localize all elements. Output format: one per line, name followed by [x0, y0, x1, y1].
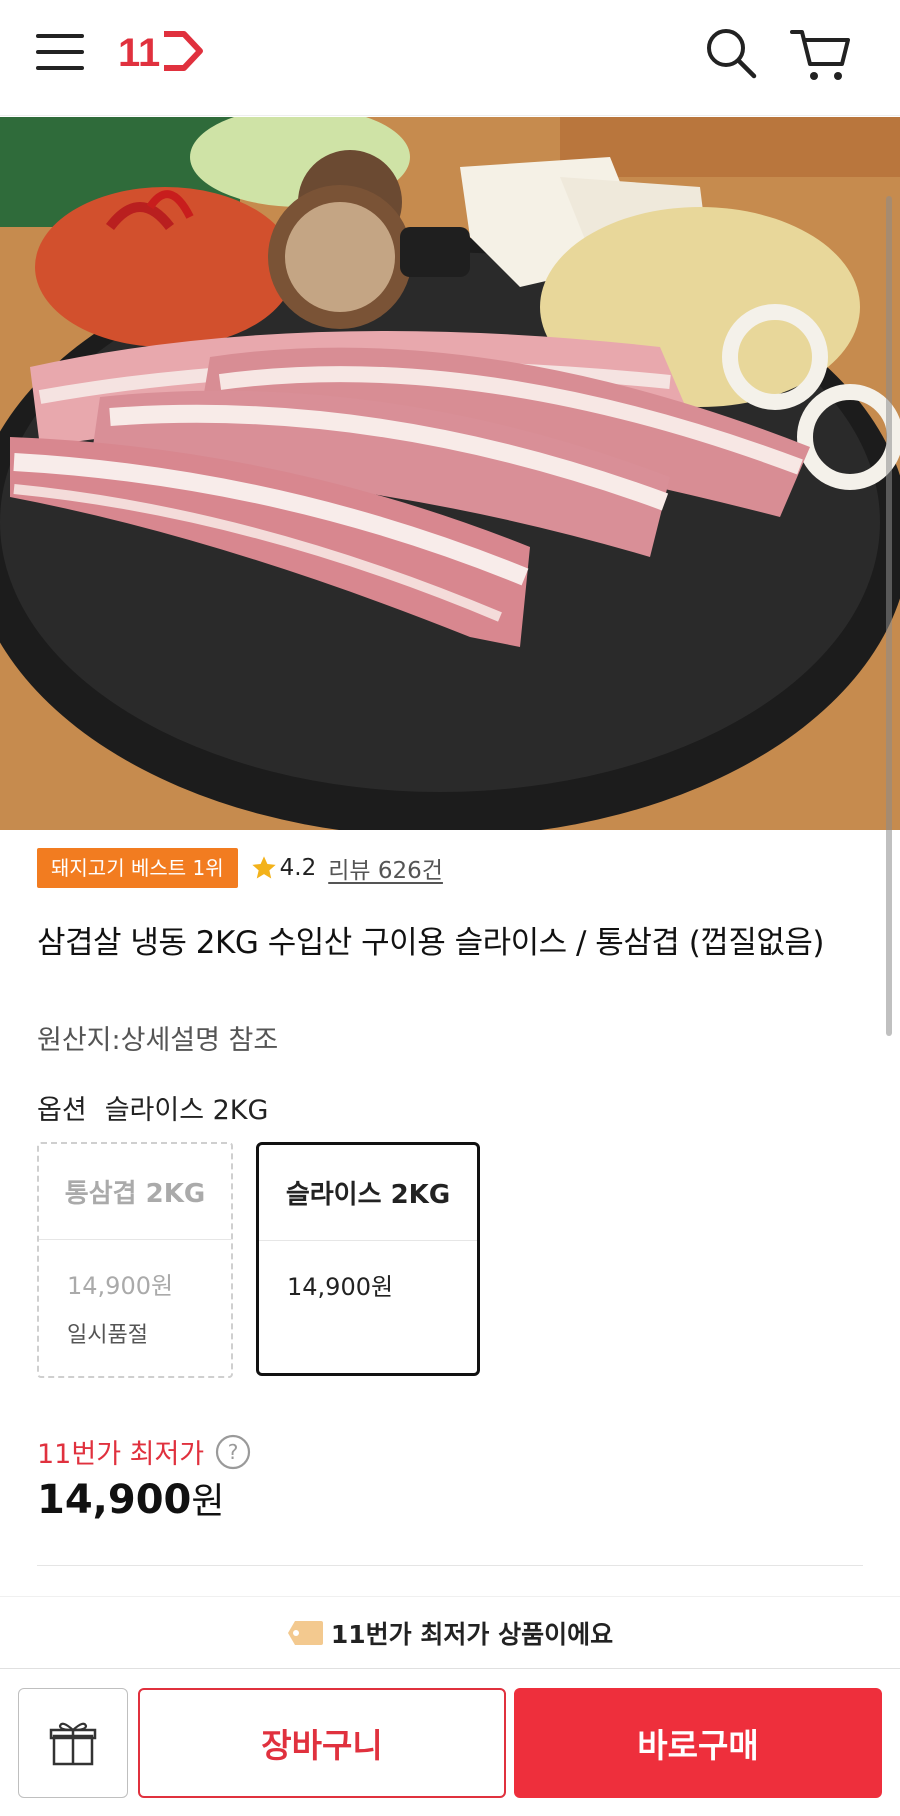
logo-text: 11 — [118, 31, 160, 74]
toast-message: 11번가 최저가 상품이에요 — [330, 1619, 614, 1649]
option-card-sliced[interactable]: 슬라이스 2KG 14,900원 — [256, 1142, 480, 1376]
option-name: 통삼겹 2KG — [39, 1144, 231, 1240]
cart-icon[interactable] — [790, 24, 850, 84]
option-label: 옵션 — [37, 1095, 87, 1126]
badge-rating-row: 돼지고기 베스트 1위 4.2 리뷰 626건 — [37, 848, 443, 888]
option-name: 슬라이스 2KG — [259, 1145, 477, 1241]
product-price: 14,900원 — [37, 1472, 224, 1524]
option-card-whole-pork-belly[interactable]: 통삼겹 2KG 14,900원 일시품절 — [37, 1142, 233, 1378]
buy-now-button[interactable]: 바로구매 — [514, 1688, 882, 1798]
review-count-link[interactable]: 리뷰 626건 — [328, 851, 443, 885]
hamburger-menu-icon[interactable] — [34, 28, 86, 76]
search-icon[interactable] — [704, 26, 758, 80]
star-icon — [251, 856, 276, 879]
product-origin: 원산지:상세설명 참조 — [37, 1025, 279, 1056]
bottom-action-bar: 장바구니 바로구매 — [0, 1668, 900, 1816]
question-mark-icon[interactable]: ? — [214, 1433, 252, 1471]
option-status: 일시품절 — [67, 1323, 148, 1348]
product-title: 삼겹살 냉동 2KG 수입산 구이용 슬라이스 / 통삼겹 (껍질없음) — [37, 925, 824, 961]
price-tag-icon — [287, 1620, 323, 1645]
option-label-row: 옵션 슬라이스 2KG — [37, 1088, 268, 1127]
gift-icon — [49, 1722, 97, 1766]
option-selected-value: 슬라이스 2KG — [104, 1095, 269, 1126]
price-unit: 원 — [191, 1481, 225, 1522]
add-to-cart-button[interactable]: 장바구니 — [138, 1688, 506, 1798]
scrollbar[interactable] — [886, 196, 892, 1036]
lowest-price-toast: 11번가 최저가 상품이에요 — [0, 1596, 900, 1668]
section-divider — [37, 1565, 863, 1566]
lowest-price-row: 11번가 최저가 ? — [37, 1432, 252, 1471]
option-price: 14,900원 — [287, 1273, 394, 1301]
rating-value: 4.2 — [279, 855, 317, 881]
option-price: 14,900원 — [67, 1272, 174, 1300]
best-ranking-badge: 돼지고기 베스트 1위 — [37, 848, 238, 888]
lowest-price-label: 11번가 최저가 — [37, 1439, 205, 1470]
price-amount: 14,900 — [37, 1477, 192, 1523]
product-photo[interactable] — [0, 117, 900, 830]
svg-text:?: ? — [228, 1440, 239, 1464]
eleven-street-logo[interactable]: 11 — [118, 28, 204, 74]
top-header: 11 — [0, 0, 900, 116]
gift-button[interactable] — [18, 1688, 128, 1798]
